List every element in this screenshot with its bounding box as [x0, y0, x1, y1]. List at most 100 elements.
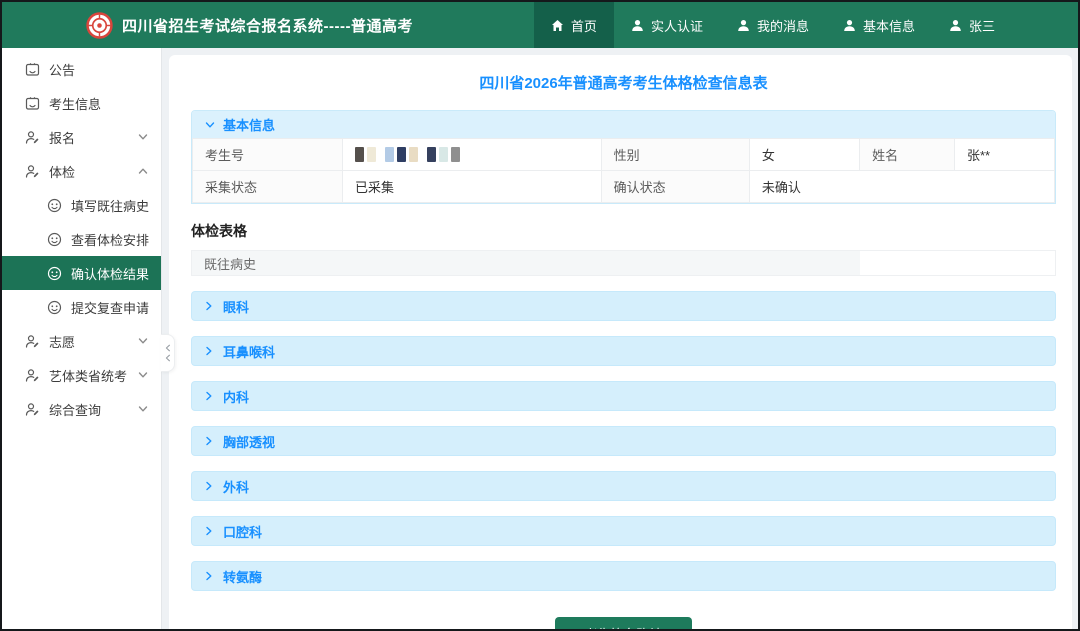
sidebar-item-label: 考生信息 [49, 96, 102, 112]
sidebar-item-view-exam-schedule[interactable]: 查看体检安排 [2, 222, 161, 256]
sidebar-item-fill-medical-history[interactable]: 填写既往病史 [2, 188, 161, 222]
section-transaminase[interactable]: 转氨酶 [191, 561, 1056, 591]
collect-status-value: 已采集 [341, 170, 602, 203]
section-ent[interactable]: 耳鼻喉科 [191, 336, 1056, 366]
medical-history-row: 既往病史 [191, 250, 1056, 276]
chevron-down-icon [205, 120, 215, 130]
chevron-left-icon [165, 344, 170, 352]
chevron-down-icon [138, 370, 148, 380]
basic-info-panel: 基本信息 考生号 性别 女 姓名 张** 采集状态 已采集 确认状态 未确认 [191, 110, 1056, 204]
content-card: 四川省2026年普通高考考生体格检查信息表 基本信息 考生号 性别 女 姓名 张… [169, 55, 1072, 629]
collect-status-label: 采集状态 [192, 170, 343, 203]
section-label: 内科 [223, 389, 250, 405]
chevron-right-icon [204, 301, 214, 311]
section-dental[interactable]: 口腔科 [191, 516, 1056, 546]
chevron-down-icon [138, 132, 148, 142]
sidebar-item-label: 公告 [49, 62, 76, 78]
nav-messages-label: 我的消息 [756, 18, 809, 34]
exam-id-label: 考生号 [192, 138, 343, 171]
notice-icon [25, 96, 40, 111]
brand: 四川省招生考试综合报名系统-----普通高考 [2, 2, 413, 48]
main-content: 四川省2026年普通高考考生体格检查信息表 基本信息 考生号 性别 女 姓名 张… [162, 48, 1078, 629]
user-edit-icon [25, 368, 40, 383]
user-icon [737, 19, 750, 32]
gender-label: 性别 [600, 138, 750, 171]
chevron-down-icon [138, 404, 148, 414]
chevron-down-icon [138, 336, 148, 346]
medical-history-label: 既往病史 [192, 251, 860, 275]
section-label: 转氨酶 [223, 569, 263, 585]
section-label: 眼科 [223, 299, 250, 315]
candidate-signature-confirm-button[interactable]: 考生签名确认 [555, 617, 692, 629]
chevron-right-icon [204, 526, 214, 536]
sidebar-item-physical-exam[interactable]: 体检 [2, 154, 161, 188]
top-nav: 首页 实人认证 我的消息 基本信息 张三 [533, 2, 1012, 48]
sidebar-item-label: 艺体类省统考 [49, 368, 128, 384]
sidebar-item-announcements[interactable]: 公告 [2, 52, 161, 86]
chevron-right-icon [204, 571, 214, 581]
user-edit-icon [25, 402, 40, 417]
basic-info-table: 考生号 性别 女 姓名 张** 采集状态 已采集 确认状态 未确认 [192, 138, 1055, 203]
section-surgery[interactable]: 外科 [191, 471, 1056, 501]
sidebar-item-art-sports-exam[interactable]: 艺体类省统考 [2, 358, 161, 392]
app-logo-icon [86, 11, 113, 39]
table-row: 采集状态 已采集 确认状态 未确认 [192, 170, 1055, 203]
chevron-right-icon [204, 346, 214, 356]
nav-messages[interactable]: 我的消息 [720, 2, 826, 48]
nav-basic-info[interactable]: 基本信息 [826, 2, 932, 48]
chevron-right-icon [204, 391, 214, 401]
app-window: 四川省招生考试综合报名系统-----普通高考 首页 实人认证 我的消息 基本信息… [0, 0, 1080, 631]
chevron-up-icon [138, 166, 148, 176]
sidebar-item-label: 提交复查申请 [71, 300, 150, 316]
exam-id-masked [354, 147, 589, 162]
body-row: 公告 考生信息 报名 体检 填写既往病史 查看体检安排 确认体检结果 提交复查申… [2, 48, 1078, 629]
user-edit-icon [25, 130, 40, 145]
section-label: 耳鼻喉科 [223, 344, 276, 360]
nav-home[interactable]: 首页 [533, 2, 614, 48]
basic-info-panel-header[interactable]: 基本信息 [192, 111, 1055, 138]
chevron-left-icon [165, 354, 170, 362]
sidebar-item-registration[interactable]: 报名 [2, 120, 161, 154]
sidebar-item-submit-recheck-request[interactable]: 提交复查申请 [2, 290, 161, 324]
gender-value: 女 [748, 138, 861, 171]
button-row: 考生签名确认 [191, 617, 1056, 629]
section-ophthalmology[interactable]: 眼科 [191, 291, 1056, 321]
sidebar-item-preferences[interactable]: 志愿 [2, 324, 161, 358]
nav-user-account-label: 张三 [968, 18, 995, 34]
sidebar-item-confirm-exam-results[interactable]: 确认体检结果 [2, 256, 161, 290]
sidebar-item-label: 填写既往病史 [71, 198, 150, 214]
smile-icon [47, 198, 62, 213]
user-icon [949, 19, 962, 32]
nav-basic-info-label: 基本信息 [862, 18, 915, 34]
table-row: 考生号 性别 女 姓名 张** [192, 138, 1055, 171]
chevron-right-icon [204, 481, 214, 491]
sidebar-item-label: 确认体检结果 [71, 266, 150, 282]
sidebar-item-comprehensive-query[interactable]: 综合查询 [2, 392, 161, 426]
sidebar-item-label: 综合查询 [49, 402, 102, 418]
sidebar-item-label: 志愿 [49, 334, 76, 350]
smile-icon [47, 266, 62, 281]
nav-identity-verify[interactable]: 实人认证 [614, 2, 720, 48]
basic-info-title: 基本信息 [223, 118, 276, 133]
section-label: 外科 [223, 479, 250, 495]
chevron-right-icon [204, 436, 214, 446]
name-value: 张** [953, 138, 1055, 171]
smile-icon [47, 300, 62, 315]
nav-home-label: 首页 [570, 18, 597, 34]
notice-icon [25, 62, 40, 77]
brand-title: 四川省招生考试综合报名系统-----普通高考 [122, 17, 413, 35]
sidebar-collapse-toggle[interactable] [161, 334, 175, 372]
page-title: 四川省2026年普通高考考生体格检查信息表 [479, 75, 768, 92]
user-edit-icon [25, 334, 40, 349]
section-internal-medicine[interactable]: 内科 [191, 381, 1056, 411]
sidebar-item-candidate-info[interactable]: 考生信息 [2, 86, 161, 120]
name-label: 姓名 [859, 138, 955, 171]
exam-id-value [341, 138, 602, 171]
user-icon [843, 19, 856, 32]
nav-user-account[interactable]: 张三 [932, 2, 1012, 48]
section-chest-xray[interactable]: 胸部透视 [191, 426, 1056, 456]
section-label: 口腔科 [223, 524, 263, 540]
confirm-status-label: 确认状态 [600, 170, 750, 203]
sidebar-item-label: 查看体检安排 [71, 232, 150, 248]
medical-history-value [859, 251, 1055, 275]
